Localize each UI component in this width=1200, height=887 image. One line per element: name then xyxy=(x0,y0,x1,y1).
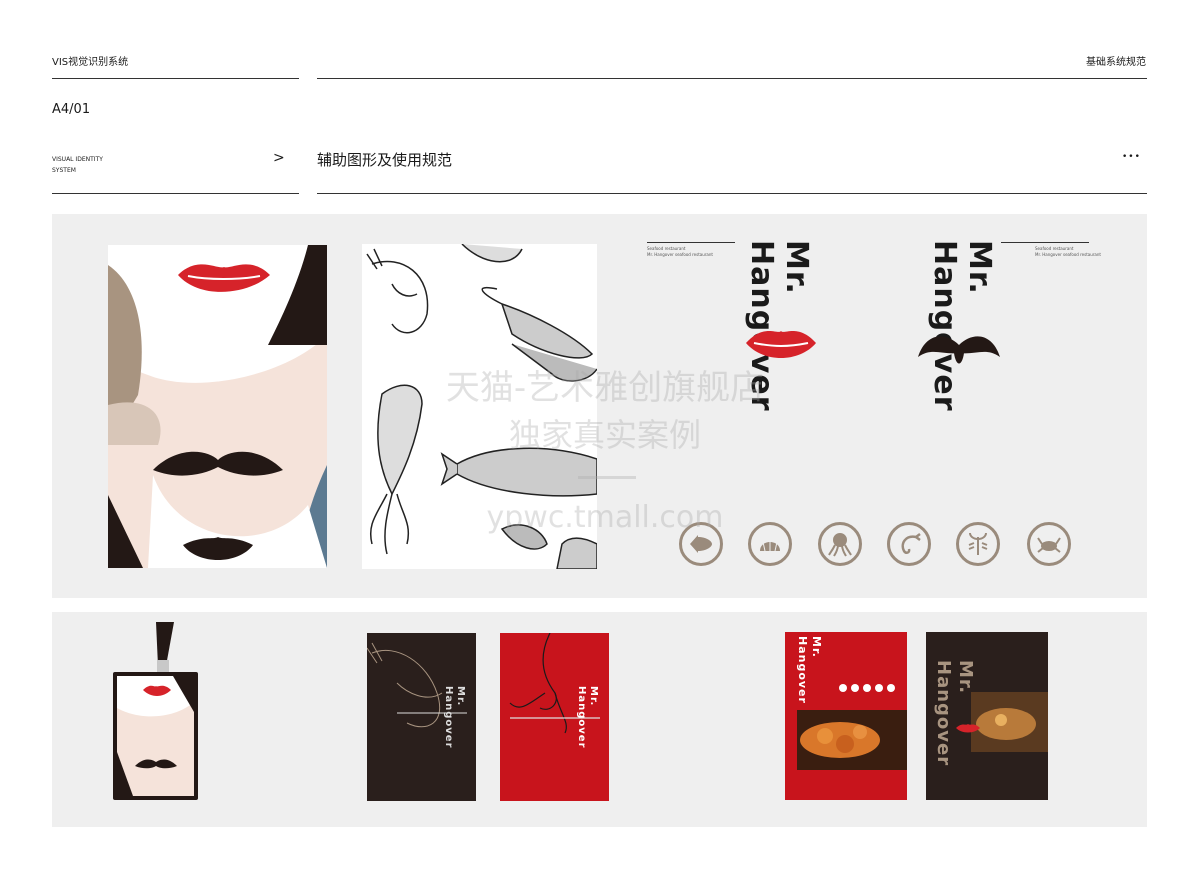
vis-title: VIS视觉识别系统 xyxy=(52,57,129,68)
brand-caption: Seafood restaurant Mr. Hangover seafood … xyxy=(647,246,713,258)
caption-text: Mr. Hangover seafood restaurant xyxy=(647,252,713,257)
watermark-line: 独家真实案例 xyxy=(508,416,701,454)
menu-brand-line2: Hangover xyxy=(933,660,954,767)
section-title: 辅助图形及使用规范 xyxy=(317,151,453,169)
crab-icon xyxy=(1027,522,1071,566)
watermark-divider xyxy=(578,476,636,479)
divider xyxy=(317,78,1147,79)
menu-brand-line1: Mr. xyxy=(810,636,823,658)
basic-spec-title: 基础系统规范 xyxy=(1086,57,1146,68)
divider xyxy=(52,193,299,194)
brand-caption: Seafood restaurant Mr. Hangover seafood … xyxy=(1035,246,1101,258)
visual-identity-label: VISUAL IDENTITY SYSTEM xyxy=(52,154,103,176)
more-icon[interactable]: ••• xyxy=(1122,152,1141,162)
subtitle-line: VISUAL IDENTITY xyxy=(52,156,103,163)
brand-name-line1: Mr. xyxy=(779,240,814,295)
menu-brand-line2: Hangover xyxy=(796,636,809,704)
octopus-icon xyxy=(818,522,862,566)
id-badge xyxy=(113,672,198,800)
divider xyxy=(52,78,299,79)
poster-brand-line2: Hangover xyxy=(443,686,454,749)
shrimp-icon xyxy=(887,522,931,566)
poster-brand-line1: Mr. xyxy=(455,686,466,707)
watermark-line: 天猫-艺术雅创旗舰店 xyxy=(445,368,765,408)
watermark-line: ypwc.tmall.com xyxy=(486,500,724,535)
lobster-icon xyxy=(956,522,1000,566)
page-code: A4/01 xyxy=(52,102,91,117)
subtitle-line: SYSTEM xyxy=(52,167,76,174)
divider xyxy=(317,193,1147,194)
mustache-icon xyxy=(916,327,1002,375)
menu-brand-line1: Mr. xyxy=(955,660,976,695)
poster-brand-line2: Hangover xyxy=(576,686,587,749)
caption-line xyxy=(1001,242,1089,243)
face-poster xyxy=(108,245,327,568)
poster-brand-line1: Mr. xyxy=(588,686,599,707)
brand-name-line2: Hangover xyxy=(927,240,962,412)
dark-shrimp-poster xyxy=(367,633,476,801)
caption-text: Mr. Hangover seafood restaurant xyxy=(1035,252,1101,257)
brand-name-line1: Mr. xyxy=(962,240,997,295)
red-squid-poster xyxy=(500,633,609,801)
arrow-icon[interactable]: > xyxy=(273,150,285,166)
caption-line xyxy=(647,242,735,243)
